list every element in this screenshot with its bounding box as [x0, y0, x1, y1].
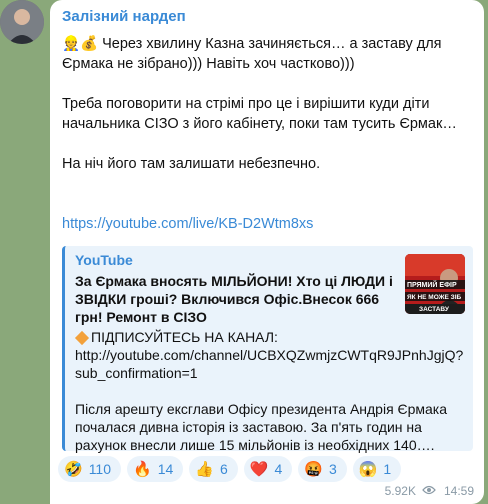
- reaction-count: 1: [383, 461, 392, 477]
- message-meta: 5.92K 14:59: [385, 484, 474, 498]
- reaction-count: 110: [88, 461, 112, 477]
- reaction-fire[interactable]: 🔥 14: [127, 456, 184, 482]
- link-preview[interactable]: YouTube За Єрмака вносять МІЛЬЙОНИ! Хто …: [62, 246, 473, 454]
- rofl-emoji-icon: 🤣: [64, 461, 83, 478]
- thumbs-up-emoji-icon: 👍: [195, 461, 214, 478]
- preview-thumbnail[interactable]: ПРЯМИЙ ЕФІР ЯК НЕ МОЖЕ ЗІБ ЗАСТАВУ: [405, 254, 465, 314]
- message-paragraph: На ніч його там залишати небезпечно.: [62, 156, 321, 172]
- reaction-scream[interactable]: 😱 1: [352, 456, 402, 482]
- message-text: 👷💰 Через хвилину Казна зачиняється… а за…: [62, 34, 472, 234]
- eye-icon: [422, 484, 436, 498]
- avatar-photo: [0, 0, 44, 44]
- thumb-text-top: ПРЯМИЙ ЕФІР: [407, 280, 457, 289]
- scream-emoji-icon: 😱: [358, 461, 378, 478]
- reaction-heart[interactable]: ❤️ 4: [243, 456, 293, 482]
- reactions-bar: 🤣 110 🔥 14 👍 6 ❤️ 4 🤬 3 😱 1: [58, 456, 407, 484]
- heart-emoji-icon: ❤️: [249, 461, 269, 478]
- thumb-text-mid: ЯК НЕ МОЖЕ ЗІБ: [407, 294, 462, 301]
- message-paragraph: Треба поговорити на стрімі про це і вирі…: [62, 96, 457, 132]
- reaction-thumbs-up[interactable]: 👍 6: [189, 456, 238, 482]
- reaction-angry[interactable]: 🤬 3: [298, 456, 347, 482]
- preview-title: За Єрмака вносять МІЛЬЙОНИ! Хто ці ЛЮДИ …: [75, 273, 393, 325]
- message-time: 14:59: [443, 484, 474, 498]
- message-link[interactable]: https://youtube.com/live/KB-D2Wtm8xs: [62, 216, 313, 232]
- message-paragraph: 👷💰 Через хвилину Казна зачиняється… а за…: [62, 36, 442, 72]
- preview-description: ПІДПИСУЙТЕСЬ НА КАНАЛ: http://youtube.co…: [74, 328, 470, 454]
- reaction-rofl[interactable]: 🤣 110: [58, 456, 122, 482]
- orange-diamond-icon: [74, 330, 90, 345]
- reaction-count: 6: [219, 461, 228, 477]
- reaction-count: 14: [157, 461, 174, 477]
- preview-subscribe-line: ПІДПИСУЙТЕСЬ НА КАНАЛ:: [91, 329, 278, 345]
- message-bubble: Залізний нардеп 👷💰 Через хвилину Казна з…: [50, 0, 484, 504]
- preview-channel-url: http://youtube.com/channel/UCBXQZwmjzCWT…: [75, 347, 464, 381]
- angry-emoji-icon: 🤬: [304, 461, 323, 478]
- preview-paragraph: Після арешту ексглави Офісу президента А…: [75, 401, 448, 453]
- reaction-count: 4: [274, 461, 283, 477]
- avatar[interactable]: [0, 0, 44, 44]
- fire-emoji-icon: 🔥: [133, 461, 152, 478]
- thumb-text-bottom: ЗАСТАВУ: [419, 306, 450, 313]
- message-author[interactable]: Залізний нардеп: [62, 8, 186, 25]
- reaction-count: 3: [328, 461, 337, 477]
- view-count: 5.92K: [384, 484, 416, 498]
- preview-site-name: YouTube: [75, 252, 133, 268]
